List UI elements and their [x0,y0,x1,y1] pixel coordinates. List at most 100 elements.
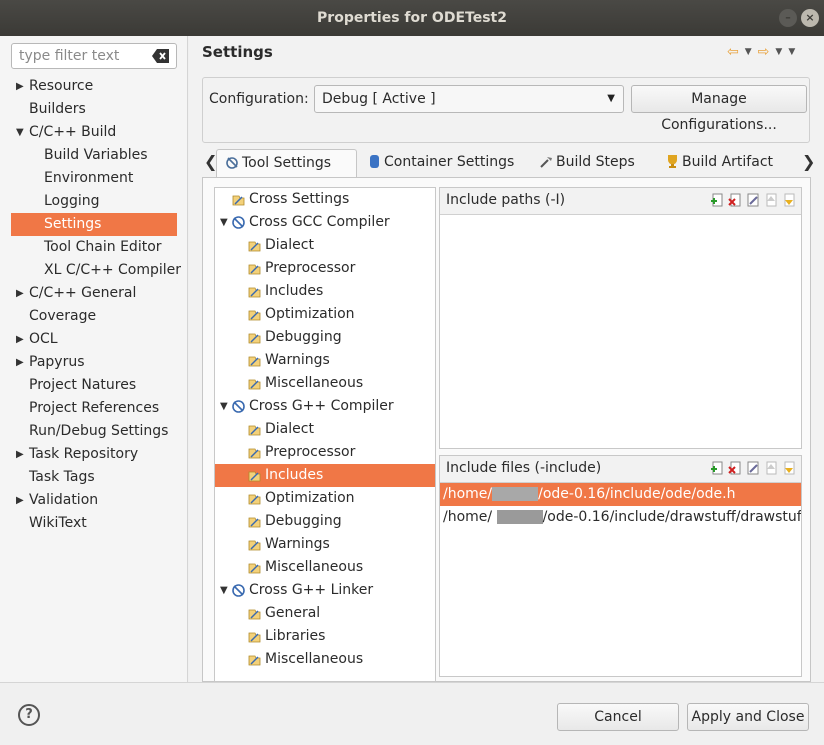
collapsed-triangle-icon[interactable]: ▶ [16,489,24,512]
tool-tree-item[interactable]: Includes [215,464,435,487]
tool-tree-item[interactable]: Cross Settings [215,188,435,211]
tab-scroll-right-icon[interactable]: ❯ [802,152,815,171]
compiler-icon [231,399,246,414]
collapsed-triangle-icon[interactable]: ▶ [16,75,24,98]
tool-tree-item[interactable]: Warnings [215,533,435,556]
edit-icon[interactable] [745,460,761,476]
add-icon[interactable] [709,192,725,208]
view-menu-icon[interactable]: ▼ [788,47,795,57]
back-dropdown-icon[interactable]: ▼ [745,47,752,57]
tool-tree-item[interactable]: ▼ Cross G++ Compiler [215,395,435,418]
tool-tree-label: Debugging [265,513,342,529]
filter-input[interactable]: type filter text [11,43,177,69]
include-file-row[interactable]: /home/ /ode-0.16/include/ode/ode.h [440,483,801,506]
include-paths-list[interactable] [440,214,801,448]
nav-item[interactable]: ▶ Validation [0,489,188,512]
tool-tree-item[interactable]: ▼ Cross G++ Linker [215,579,435,602]
nav-item-label: C/C++ Build [29,124,117,140]
apply-and-close-button[interactable]: Apply and Close [687,703,809,731]
cancel-button[interactable]: Cancel [557,703,679,731]
edit-icon[interactable] [745,192,761,208]
nav-item[interactable]: WikiText [0,512,188,535]
nav-item[interactable]: ▶ OCL [0,328,188,351]
nav-item[interactable]: Project References [0,397,188,420]
collapsed-triangle-icon[interactable]: ▶ [16,282,24,305]
include-paths-section: Include paths (-I) [439,187,802,449]
nav-item[interactable]: Project Natures [0,374,188,397]
manage-configurations-button[interactable]: Manage Configurations... [631,85,807,133]
tool-tree-item[interactable]: Optimization [215,487,435,510]
expanded-triangle-icon[interactable]: ▼ [16,121,24,144]
settings-leaf-icon [247,468,262,483]
tool-tree-item[interactable]: Preprocessor [215,441,435,464]
tool-tree-item[interactable]: Warnings [215,349,435,372]
tool-tree-item[interactable]: Debugging [215,326,435,349]
tool-tree-item[interactable]: Miscellaneous [215,648,435,671]
nav-item-label: Task Repository [29,446,139,462]
nav-item[interactable]: ▶ Resource [0,75,188,98]
nav-item[interactable]: Tool Chain Editor [0,236,188,259]
minimize-icon[interactable]: – [779,9,797,27]
tab-build-artifact[interactable]: Build Artifact [657,149,773,177]
tool-tree-label: Cross G++ Compiler [249,398,394,414]
delete-icon[interactable] [727,192,743,208]
tool-tree-item[interactable]: Includes [215,280,435,303]
collapsed-triangle-icon[interactable]: ▶ [16,328,24,351]
collapsed-triangle-icon[interactable]: ▶ [16,443,24,466]
tool-tree-item[interactable]: General [215,602,435,625]
include-file-row[interactable]: /home/ /ode-0.16/include/drawstuff/draws… [440,506,801,529]
nav-item[interactable]: XL C/C++ Compiler [0,259,188,282]
nav-item[interactable]: Settings [11,213,177,236]
nav-item[interactable]: Environment [0,167,188,190]
move-up-icon[interactable] [763,460,779,476]
tool-tree-item[interactable]: Dialect [215,234,435,257]
tool-tree-item[interactable]: Preprocessor [215,257,435,280]
tool-tree-item[interactable]: ▼ Cross GCC Compiler [215,211,435,234]
nav-item[interactable]: ▶ C/C++ General [0,282,188,305]
forward-dropdown-icon[interactable]: ▼ [775,47,782,57]
nav-item[interactable]: ▼ C/C++ Build [0,121,188,144]
help-icon[interactable]: ? [18,704,40,726]
nav-item[interactable]: Run/Debug Settings [0,420,188,443]
move-up-icon[interactable] [763,192,779,208]
tool-tree-item[interactable]: Libraries [215,625,435,648]
delete-icon[interactable] [727,460,743,476]
tab-container-settings[interactable]: Container Settings [359,149,514,177]
tool-tree-item[interactable]: Miscellaneous [215,556,435,579]
tab-label: Container Settings [384,154,515,170]
include-files-list[interactable]: /home/ /ode-0.16/include/ode/ode.h/home/ … [440,482,801,676]
settings-leaf-icon [247,537,262,552]
move-down-icon[interactable] [781,460,797,476]
back-arrow-icon[interactable]: ⇦ [727,44,739,60]
expanded-triangle-icon[interactable]: ▼ [220,579,228,602]
tool-tree-item[interactable]: Debugging [215,510,435,533]
tool-tree-item[interactable]: Dialect [215,418,435,441]
nav-item-label: Build Variables [44,147,148,163]
forward-arrow-icon[interactable]: ⇨ [758,44,770,60]
collapsed-triangle-icon[interactable]: ▶ [16,351,24,374]
tool-tree-label: Warnings [265,352,330,368]
nav-item[interactable]: Builders [0,98,188,121]
tool-tree-item[interactable]: Miscellaneous [215,372,435,395]
nav-item[interactable]: Build Variables [0,144,188,167]
nav-item[interactable]: Task Tags [0,466,188,489]
settings-leaf-icon [247,330,262,345]
nav-item[interactable]: Coverage [0,305,188,328]
move-down-icon[interactable] [781,192,797,208]
close-icon[interactable]: × [801,9,819,27]
tab-build-steps[interactable]: Build Steps [531,149,635,177]
path-prefix: /home/ [443,486,493,502]
expanded-triangle-icon[interactable]: ▼ [220,211,228,234]
expanded-triangle-icon[interactable]: ▼ [220,395,228,418]
nav-item[interactable]: ▶ Task Repository [0,443,188,466]
include-files-toolbar [709,460,797,476]
tool-tree-item[interactable]: Optimization [215,303,435,326]
tool-tree-label: Miscellaneous [265,375,364,391]
nav-item[interactable]: ▶ Papyrus [0,351,188,374]
configuration-select[interactable]: Debug [ Active ] ▼ [314,85,624,113]
clear-filter-icon[interactable] [152,48,170,64]
tool-settings-tree: Cross Settings ▼ Cross GCC Compiler Dialect… [214,187,436,682]
add-icon[interactable] [709,460,725,476]
tab-tool-settings[interactable]: Tool Settings [216,149,357,177]
nav-item[interactable]: Logging [0,190,188,213]
